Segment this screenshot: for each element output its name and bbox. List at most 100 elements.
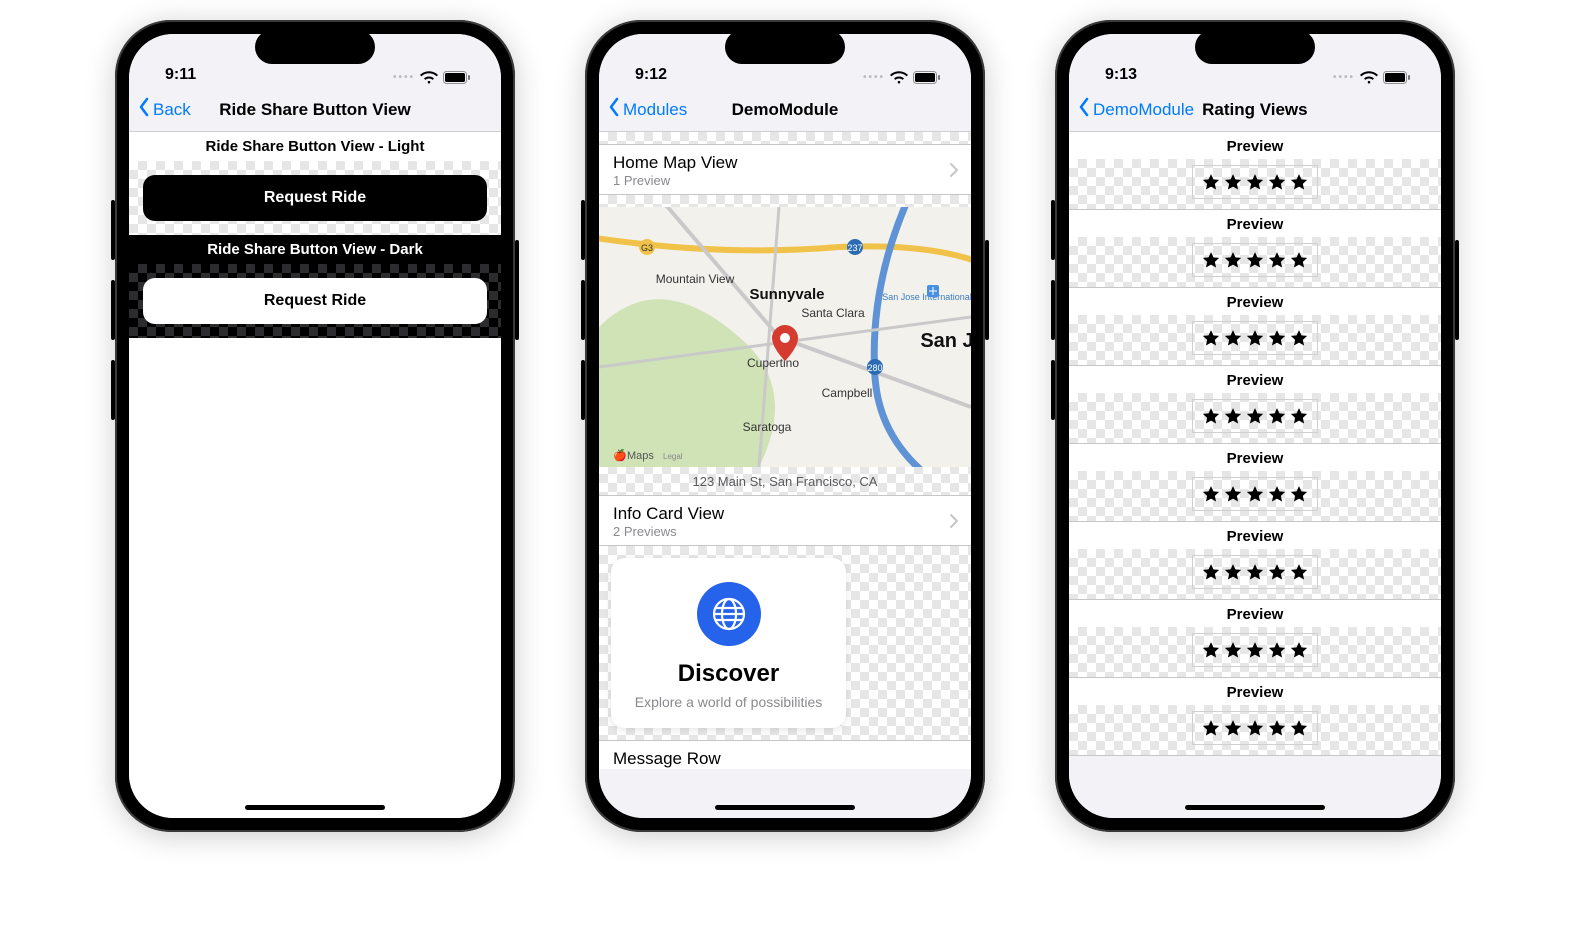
map-icon: Mountain View Sunnyvale Santa Clara Cupe… — [599, 207, 971, 467]
content-area[interactable]: Home Map View 1 Preview Mountain View — [599, 132, 971, 818]
globe-icon — [697, 582, 761, 646]
nav-bar: Back Ride Share Button View — [129, 88, 501, 132]
dynamic-island — [1195, 30, 1315, 64]
content-area[interactable]: Ride Share Button View - Light Request R… — [129, 132, 501, 818]
preview-label: Preview — [1069, 678, 1441, 705]
map-caption: 123 Main St, San Francisco, CA — [599, 474, 971, 489]
star-filled-icon — [1223, 640, 1243, 660]
rating-stars[interactable] — [1192, 165, 1318, 199]
dynamic-island — [255, 30, 375, 64]
content-area[interactable]: PreviewPreviewPreviewPreviewPreviewPrevi… — [1069, 132, 1441, 818]
preview-canvas — [1069, 549, 1441, 599]
map-preview: Mountain View Sunnyvale Santa Clara Cupe… — [599, 195, 971, 495]
nav-title: Ride Share Button View — [219, 100, 410, 120]
rating-stars[interactable] — [1192, 243, 1318, 277]
rating-stars[interactable] — [1192, 633, 1318, 667]
dynamic-island — [725, 30, 845, 64]
preview-canvas-dark: Request Ride — [129, 264, 501, 338]
star-filled-icon — [1201, 562, 1221, 582]
star-filled-icon — [1267, 562, 1287, 582]
svg-text:San Jose International Airport: San Jose International Airport (S — [882, 292, 971, 302]
rating-preview-row: Preview — [1069, 210, 1441, 288]
rating-stars[interactable] — [1192, 321, 1318, 355]
status-time: 9:13 — [1105, 66, 1137, 84]
back-button[interactable]: DemoModule — [1077, 97, 1194, 122]
status-time: 9:11 — [165, 66, 196, 84]
preview-label: Preview — [1069, 600, 1441, 627]
star-outline-icon — [1289, 172, 1309, 192]
wifi-icon — [890, 71, 908, 84]
home-indicator[interactable] — [715, 805, 855, 810]
rating-preview-row: Preview — [1069, 444, 1441, 522]
rating-stars[interactable] — [1192, 399, 1318, 433]
battery-icon — [443, 71, 471, 84]
section-title: Home Map View — [613, 153, 737, 173]
star-outline-icon — [1201, 172, 1221, 192]
back-button[interactable]: Modules — [607, 97, 687, 122]
preview-canvas — [1069, 705, 1441, 755]
preview-label: Preview — [1069, 210, 1441, 237]
home-indicator[interactable] — [245, 805, 385, 810]
preview-canvas — [1069, 159, 1441, 209]
star-outline-icon — [1289, 484, 1309, 504]
svg-text:Legal: Legal — [663, 452, 683, 461]
rating-stars[interactable] — [1192, 477, 1318, 511]
star-outline-icon — [1223, 250, 1243, 270]
star-outline-icon — [1245, 328, 1265, 348]
phone-frame-1: 9:11 •••• Back Ride Share Button View — [115, 20, 515, 832]
chevron-left-icon — [137, 97, 151, 122]
section-info-card-view[interactable]: Info Card View 2 Previews — [599, 495, 971, 546]
screen-2: 9:12 •••• Modules DemoModule — [599, 34, 971, 818]
star-filled-icon — [1267, 718, 1287, 738]
rating-preview-row: Preview — [1069, 522, 1441, 600]
svg-text:Sunnyvale: Sunnyvale — [749, 286, 824, 303]
preview-canvas — [1069, 471, 1441, 521]
back-label: Modules — [623, 100, 687, 120]
preview-canvas-light: Request Ride — [129, 161, 501, 235]
star-filled-icon — [1201, 250, 1221, 270]
section-message-row[interactable]: Message Row — [599, 740, 971, 769]
wifi-icon — [1360, 71, 1378, 84]
rating-preview-row: Preview — [1069, 366, 1441, 444]
status-right: •••• — [393, 71, 471, 84]
phone-frame-2: 9:12 •••• Modules DemoModule — [585, 20, 985, 832]
preview-label: Preview — [1069, 444, 1441, 471]
star-filled-icon — [1289, 718, 1309, 738]
preview-canvas — [1069, 627, 1441, 677]
rating-preview-row: Preview — [1069, 600, 1441, 678]
chevron-right-icon — [949, 162, 959, 178]
star-outline-icon — [1289, 406, 1309, 426]
battery-icon — [1383, 71, 1411, 84]
svg-text:280: 280 — [867, 363, 882, 373]
star-filled-icon — [1201, 640, 1221, 660]
star-outline-icon — [1267, 406, 1287, 426]
star-filled-icon — [1245, 718, 1265, 738]
home-indicator[interactable] — [1185, 805, 1325, 810]
star-filled-icon — [1223, 562, 1243, 582]
rating-stars[interactable] — [1192, 555, 1318, 589]
nav-title: DemoModule — [732, 100, 839, 120]
star-filled-icon — [1201, 484, 1221, 504]
preview-label: Preview — [1069, 522, 1441, 549]
info-card-subtitle: Explore a world of possibilities — [623, 694, 834, 710]
rating-stars[interactable] — [1192, 711, 1318, 745]
back-button[interactable]: Back — [137, 97, 191, 122]
star-outline-icon — [1289, 250, 1309, 270]
nav-title: Rating Views — [1202, 100, 1308, 120]
star-filled-icon — [1223, 484, 1243, 504]
request-ride-button[interactable]: Request Ride — [143, 278, 487, 324]
variant-label-dark: Ride Share Button View - Dark — [129, 235, 501, 264]
preview-label: Preview — [1069, 288, 1441, 315]
section-home-map-view[interactable]: Home Map View 1 Preview — [599, 144, 971, 195]
svg-text:Mountain View: Mountain View — [656, 272, 735, 286]
status-time: 9:12 — [635, 66, 667, 84]
rating-preview-row: Preview — [1069, 678, 1441, 756]
info-card[interactable]: Discover Explore a world of possibilitie… — [611, 558, 846, 728]
star-outline-icon — [1289, 328, 1309, 348]
variant-label-light: Ride Share Button View - Light — [129, 132, 501, 161]
svg-text:G3: G3 — [641, 243, 653, 253]
svg-text:Cupertino: Cupertino — [747, 356, 799, 370]
wifi-icon — [420, 71, 438, 84]
star-filled-icon — [1245, 406, 1265, 426]
request-ride-button[interactable]: Request Ride — [143, 175, 487, 221]
